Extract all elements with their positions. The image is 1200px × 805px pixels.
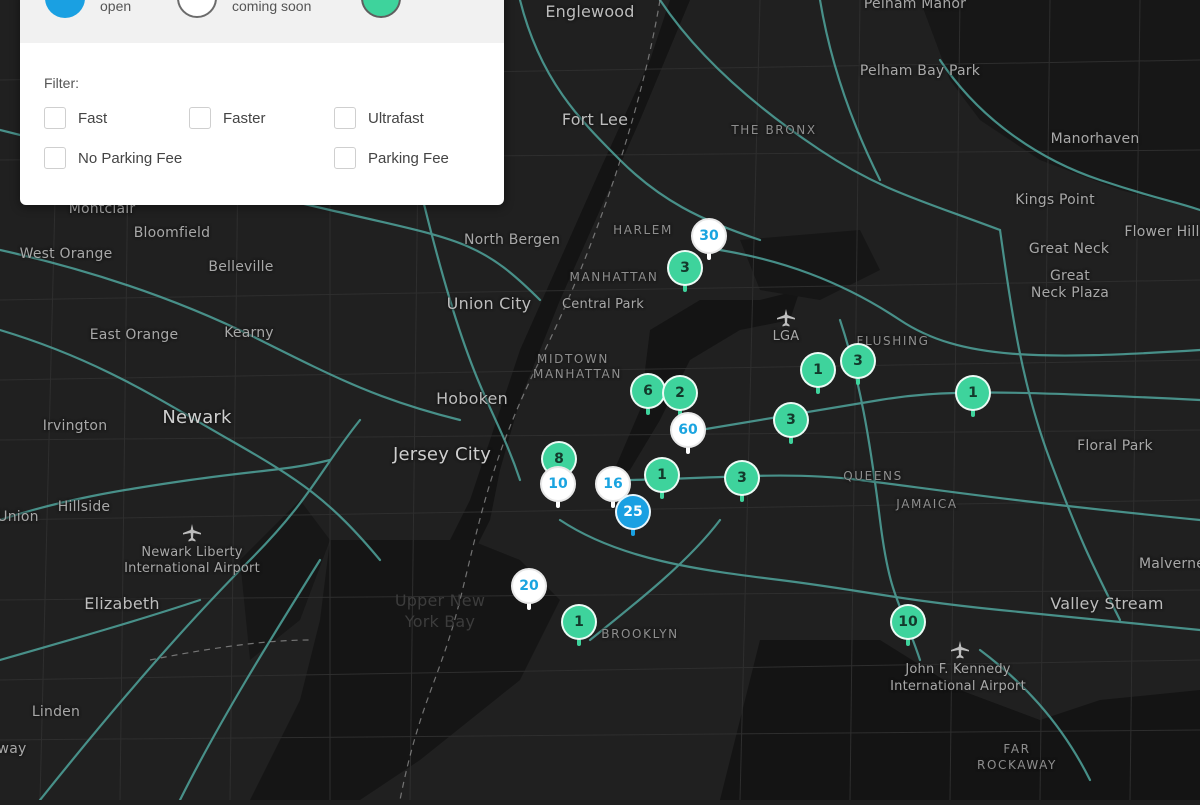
station-marker[interactable]: 20	[511, 568, 547, 612]
place-label: Pelham Bay Park	[859, 63, 981, 79]
place-label: Central Park	[562, 297, 644, 312]
station-count: 6	[643, 383, 653, 399]
checkbox[interactable]	[334, 107, 356, 129]
place-label: Bloomfield	[133, 225, 211, 241]
filter-title: Filter:	[44, 75, 79, 91]
place-label: Newark Liberty International Airport	[124, 545, 260, 576]
place-label: Linden	[31, 704, 81, 720]
place-label: Manorhaven	[1050, 131, 1140, 147]
legend-coming-soon-label: coming soon	[232, 0, 312, 14]
station-marker[interactable]: 25	[615, 494, 651, 538]
place-label: Valley Stream	[1050, 594, 1164, 613]
place-label: North Bergen	[463, 232, 561, 248]
place-label: Kings Point	[1015, 192, 1095, 208]
station-marker[interactable]: 10	[890, 604, 926, 648]
checkbox[interactable]	[44, 147, 66, 169]
legend-open-dot	[45, 0, 85, 18]
station-count: 1	[574, 614, 584, 630]
station-count: 25	[623, 504, 643, 520]
station-count: 1	[657, 467, 667, 483]
filter-option-label: Faster	[223, 109, 266, 127]
place-label: Great Neck Plaza	[1030, 268, 1110, 301]
station-marker[interactable]: 60	[670, 412, 706, 456]
airport-icon	[183, 524, 201, 542]
place-label: Belleville	[208, 259, 274, 275]
place-label: Pelham Manor	[863, 0, 967, 12]
filter-panel: open coming soon Filter: Fast Faster Ult…	[20, 0, 504, 205]
place-label: Flower Hill	[1124, 224, 1200, 240]
legend-coming-soon-dot	[177, 0, 217, 18]
place-label: John F. Kennedy International Airport	[890, 662, 1026, 694]
station-marker[interactable]: 1	[561, 604, 597, 648]
station-count: 3	[853, 353, 863, 369]
station-count: 3	[680, 260, 690, 276]
filter-faster[interactable]: Faster	[189, 106, 266, 130]
place-label: Newark	[162, 407, 232, 428]
station-count: 10	[548, 476, 568, 492]
filter-option-label: Parking Fee	[368, 149, 449, 167]
station-marker[interactable]: 10	[540, 466, 576, 510]
place-label: East Orange	[89, 327, 179, 343]
station-marker[interactable]: 3	[840, 343, 876, 387]
place-label: way	[0, 741, 27, 757]
station-count: 3	[786, 412, 796, 428]
place-label: Jersey City	[392, 444, 492, 465]
station-count: 1	[968, 385, 978, 401]
station-marker[interactable]: 1	[800, 352, 836, 396]
place-label: Union	[0, 509, 39, 525]
filter-option-label: Ultrafast	[368, 109, 424, 127]
station-count: 10	[898, 614, 918, 630]
checkbox[interactable]	[334, 147, 356, 169]
place-label: QUEENS	[843, 469, 903, 483]
station-count: 20	[519, 578, 539, 594]
place-label: Great Neck	[1028, 241, 1110, 257]
legend-green-dot	[361, 0, 401, 18]
place-label: Irvington	[42, 418, 108, 434]
airport-icon	[951, 641, 969, 659]
place-label: BROOKLYN	[601, 627, 679, 641]
station-count: 1	[813, 362, 823, 378]
filter-fast[interactable]: Fast	[44, 106, 107, 130]
checkbox[interactable]	[189, 107, 211, 129]
place-label: Floral Park	[1077, 438, 1153, 454]
station-marker[interactable]: 1	[955, 375, 991, 419]
place-label: MANHATTAN	[569, 270, 659, 284]
station-marker[interactable]: 6	[630, 373, 666, 417]
station-count: 2	[675, 385, 685, 401]
place-label: Fort Lee	[561, 110, 629, 129]
station-count: 30	[699, 228, 719, 244]
place-label: Englewood	[545, 2, 635, 21]
station-count: 3	[737, 470, 747, 486]
place-label: Hoboken	[436, 389, 508, 408]
place-label: JAMAICA	[896, 497, 958, 511]
station-count: 60	[678, 422, 698, 438]
filter-no-parking-fee[interactable]: No Parking Fee	[44, 146, 182, 170]
place-label: MIDTOWN MANHATTAN	[533, 352, 622, 381]
station-marker[interactable]: 3	[773, 402, 809, 446]
station-marker[interactable]: 3	[724, 460, 760, 504]
filter-option-label: Fast	[78, 109, 108, 127]
place-label: Malverne	[1138, 556, 1200, 572]
filter-option-label: No Parking Fee	[78, 149, 183, 167]
filter-parking-fee[interactable]: Parking Fee	[334, 146, 449, 170]
place-label: Elizabeth	[84, 594, 160, 613]
place-label: FAR ROCKAWAY	[977, 742, 1057, 772]
place-label: THE BRONX	[731, 123, 817, 137]
place-label: Union City	[446, 294, 532, 313]
place-label: HARLEM	[613, 223, 673, 237]
legend-open-label: open	[100, 0, 132, 14]
place-label: Hillside	[57, 499, 111, 515]
place-label: Kearny	[224, 325, 274, 341]
place-label: Upper New York Bay	[394, 591, 486, 631]
filter-ultrafast[interactable]: Ultrafast	[334, 106, 424, 130]
place-label: LGA	[772, 329, 800, 344]
airport-icon	[777, 309, 795, 327]
legend: open coming soon	[20, 0, 504, 43]
place-label: West Orange	[19, 246, 113, 262]
station-marker[interactable]: 3	[667, 250, 703, 294]
checkbox[interactable]	[44, 107, 66, 129]
